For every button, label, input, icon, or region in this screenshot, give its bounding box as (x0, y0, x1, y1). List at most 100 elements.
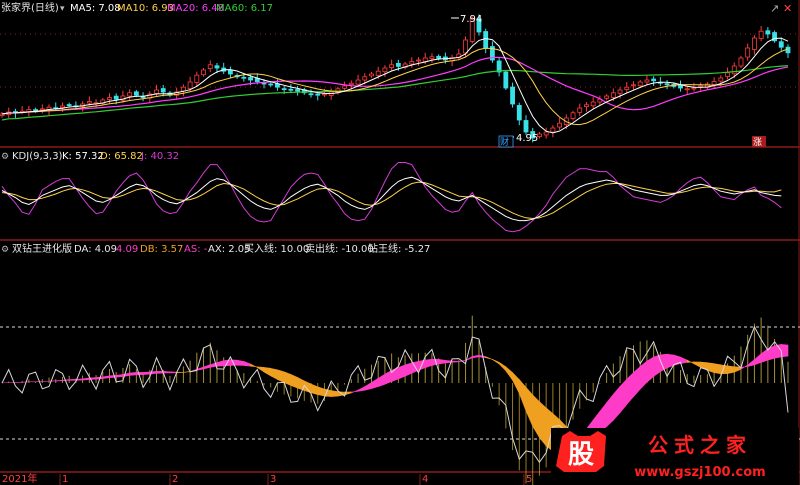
candle-body (516, 105, 522, 121)
candle-body (127, 92, 133, 97)
indicator-band-segment (451, 360, 460, 363)
candle-body (194, 74, 200, 83)
candle-body (409, 61, 415, 65)
indicator-band-segment (55, 379, 63, 382)
candle-body (154, 89, 159, 94)
candle-body (382, 67, 388, 73)
watermark: 股 公式之家 www.gszj100.com (551, 428, 799, 485)
candle-body (288, 88, 294, 91)
indicator-sell-line: 卖出线: -10.00 (305, 242, 374, 255)
chart-background (0, 0, 800, 485)
candle-body (745, 47, 751, 58)
close-icon[interactable]: ✕ (783, 2, 792, 15)
candle-body (664, 83, 670, 86)
candle-body (644, 79, 650, 83)
watermark-url: www.gszj100.com (634, 465, 765, 480)
finance-tag-label: 财 (500, 136, 509, 148)
x-axis-month-3: 3 (270, 474, 276, 485)
candle-body (436, 55, 442, 59)
candle-body (214, 65, 220, 69)
indicator-band-segment (115, 374, 124, 378)
candle-body (523, 120, 529, 133)
candle-body (416, 59, 421, 62)
candle-body (348, 82, 354, 85)
candle-body (86, 101, 92, 104)
candle-body (389, 64, 395, 68)
candle-body (201, 69, 206, 76)
candle-body (778, 41, 784, 48)
candle-body (133, 91, 139, 96)
candle-body (725, 72, 730, 77)
candle-body (711, 81, 717, 85)
candle-body (483, 31, 489, 49)
x-axis-month-2: 2 (172, 474, 178, 485)
logo-char: 股 (568, 440, 594, 470)
candle-body (510, 86, 515, 105)
indicator-settings-icon[interactable]: ⚙ (1, 245, 9, 255)
indicator-band-segment (136, 372, 144, 376)
candle-body (140, 96, 146, 99)
candle-body (241, 76, 247, 79)
indicator-band-segment (727, 365, 735, 375)
x-axis-month-5: 5 (526, 474, 532, 485)
candle-body (584, 104, 589, 107)
kdj-name: KDJ(9,3,3) (12, 151, 63, 162)
ma60-value: MA60: 6.17 (216, 3, 273, 14)
candle-body (429, 56, 435, 59)
candle-body (718, 77, 724, 82)
low-label: 4.95 (516, 133, 538, 144)
candle-body (355, 79, 361, 85)
candle-body (187, 81, 193, 90)
candle-body (624, 86, 630, 90)
candle-body (281, 88, 287, 91)
candle-body (684, 88, 690, 91)
candle-body (268, 83, 274, 86)
candle-body (738, 57, 744, 67)
candle-body (60, 105, 65, 108)
candle-body (503, 71, 509, 89)
candle-body (550, 127, 556, 133)
indicator-band-segment (68, 378, 77, 381)
stock-title: 张家界(日线) (1, 1, 59, 14)
kdj-settings-icon[interactable]: ⚙ (1, 152, 9, 162)
indicator-band-segment (162, 371, 171, 374)
candle-body (362, 76, 368, 81)
x-axis-year: 2021年 (2, 472, 37, 485)
indicator-band-segment (330, 390, 339, 397)
ma5-value: MA5: 7.08 (70, 3, 121, 14)
indicator-as: AS: - (184, 244, 208, 255)
candle-body (543, 131, 549, 136)
candle-body (617, 89, 623, 94)
candle-body (422, 57, 428, 62)
kdj-header: ⚙ KDJ(9,3,3) K: 57.32 D: 65.82 J: 40.32 (1, 151, 179, 162)
candle-body (113, 95, 119, 100)
candle-body (33, 109, 39, 112)
candle-body (590, 101, 596, 107)
expand-icon[interactable]: ↗ (770, 2, 779, 15)
x-axis-month-4: 4 (422, 474, 428, 485)
kdj-d-value: D: 65.82 (100, 151, 143, 162)
indicator-name: 双钻王进化版 (12, 242, 72, 255)
candle-body (322, 93, 327, 96)
dropdown-icon[interactable]: ▾ (60, 4, 65, 14)
candle-body (610, 92, 616, 98)
limit-up-tag-label: 涨 (753, 137, 762, 148)
candle-body (395, 62, 401, 67)
candle-body (691, 87, 697, 90)
candle-body (731, 65, 737, 75)
candle-body (637, 81, 643, 87)
candle-body (39, 108, 45, 111)
candle-body (207, 64, 213, 69)
candle-body (570, 112, 576, 119)
indicator-band-segment (780, 344, 789, 358)
stock-chart: 7.94 4.95 财 涨 张家界(日线) ▾ MA5: 7.08 MA10: … (0, 0, 800, 485)
candle-body (604, 95, 610, 99)
watermark-title: 公式之家 (648, 433, 752, 457)
indicator-da: DA: 4.09 (74, 244, 117, 255)
candle-body (751, 37, 757, 50)
candle-body (107, 97, 112, 100)
candle-body (765, 30, 771, 35)
candle-body (557, 122, 563, 128)
candle-body (295, 89, 301, 92)
candle-body (577, 107, 583, 113)
